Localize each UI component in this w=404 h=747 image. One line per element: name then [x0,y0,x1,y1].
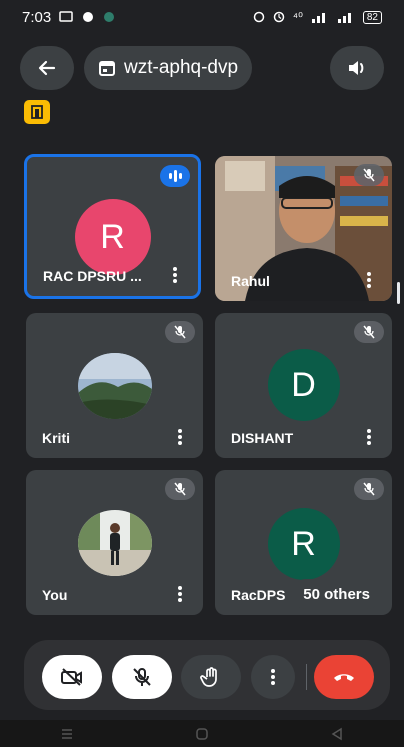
raise-hand-button[interactable] [181,655,241,699]
participant-tile[interactable]: You [26,470,203,615]
participant-name: DISHANT [231,430,294,446]
signal-2-icon [337,13,351,23]
more-options-button[interactable] [251,655,295,699]
mic-off-badge [354,164,384,186]
clock-icon [273,11,285,23]
battery-indicator: 82 [362,10,382,24]
mic-off-icon [363,482,375,496]
camera-off-icon [61,668,82,686]
speaker-icon [349,61,364,75]
participant-tile[interactable]: Kriti [26,313,203,458]
avatar-initial: R [291,524,316,563]
avatar [77,353,152,419]
mic-toggle-button[interactable] [112,655,172,699]
call-control-bar [24,640,390,710]
more-vert-icon [178,586,182,602]
avatar-initial: D [291,365,316,404]
participant-name: Rahul [231,273,270,289]
home-icon[interactable] [195,727,209,741]
back-icon[interactable] [330,727,344,741]
status-left: 7:03 [22,9,115,26]
participant-menu-button[interactable] [360,269,378,291]
back-button[interactable] [20,46,74,90]
meeting-top-bar: wzt-aphq-dvp [0,46,404,90]
host-controls-icon [31,105,43,119]
participant-tile[interactable]: D DISHANT [215,313,392,458]
alarm-icon [253,11,265,23]
participant-tile[interactable]: R RacDPS 50 others [215,470,392,615]
arrow-left-icon [38,60,56,76]
more-vert-icon [271,669,275,685]
signal-icon [311,13,325,23]
participant-menu-button[interactable] [360,426,378,448]
mic-off-icon [133,668,151,686]
more-vert-icon [367,429,371,445]
participant-menu-button[interactable] [171,583,189,605]
mic-off-badge [354,321,384,343]
meeting-info-button[interactable]: wzt-aphq-dvp [84,46,252,90]
avatar: R [74,199,151,275]
end-call-icon [334,674,354,681]
participant-name: You [42,587,68,603]
end-call-button[interactable] [314,655,374,699]
avatar-initial: R [100,217,125,256]
participant-name: RacDPS [231,587,286,603]
avatar-photo [77,510,152,576]
more-vert-icon [178,429,182,445]
notification-icon [83,12,94,22]
participant-menu-button[interactable] [166,264,184,286]
participant-tile[interactable]: R RAC DPSRU ... [24,154,201,299]
participant-name: RAC DPSRU ... [43,268,142,284]
system-nav-bar [0,720,404,747]
speaking-indicator [160,165,190,187]
calendar-icon [99,61,115,76]
recents-icon[interactable] [60,728,74,740]
grid-scrollbar[interactable] [397,282,401,612]
others-participants-chip[interactable]: 50 others [291,579,382,609]
mic-off-icon [363,168,375,182]
avatar [77,510,152,576]
avatar: R [267,508,340,580]
participant-menu-button[interactable] [171,426,189,448]
cast-icon [59,11,73,22]
status-bar: 7:03 ⁴⁰ 82 [0,0,404,34]
mic-off-badge [165,478,195,500]
more-vert-icon [173,267,177,283]
status-right: ⁴⁰ 82 [253,10,382,24]
camera-toggle-button[interactable] [42,655,102,699]
participant-tile[interactable]: Rahul [215,156,392,301]
network-type: ⁴⁰ [292,10,303,24]
host-controls-button[interactable] [24,100,50,124]
avatar: D [267,349,340,421]
audio-output-button[interactable] [330,46,384,90]
mic-off-icon [363,325,375,339]
mic-off-icon [174,482,186,496]
control-divider [306,664,307,690]
participant-name: Kriti [42,430,70,446]
avatar-photo [77,353,152,419]
app-notification-icon [104,12,115,22]
status-time: 7:03 [22,8,52,26]
mic-off-icon [174,325,186,339]
mic-off-badge [354,478,384,500]
more-vert-icon [367,272,371,288]
raise-hand-icon [200,667,217,687]
mic-off-badge [165,321,195,343]
meeting-code: wzt-aphq-dvp [124,57,239,78]
scroll-thumb[interactable] [397,282,400,304]
